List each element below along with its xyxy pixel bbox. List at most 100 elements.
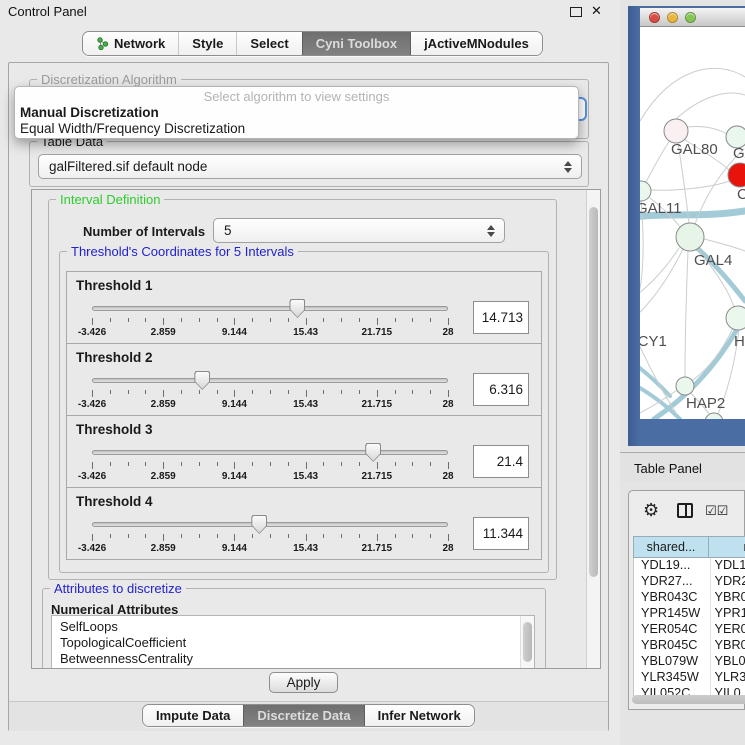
slider-track[interactable]	[92, 306, 448, 311]
horizontal-scrollbar[interactable]	[631, 694, 743, 705]
threshold-slider[interactable]: -3.4262.8599.14415.4321.71528	[92, 514, 448, 554]
tick-label: -3.426	[78, 471, 106, 482]
slider-tick	[395, 390, 396, 394]
network-node-gal4[interactable]	[676, 223, 704, 251]
slider-tick	[217, 462, 218, 466]
network-edge[interactable]	[640, 248, 679, 301]
tick-label: -3.426	[78, 399, 106, 410]
dropdown-item-manual-discretization[interactable]: Manual Discretization	[18, 105, 575, 121]
network-edge[interactable]	[646, 142, 669, 182]
slider-thumb[interactable]	[289, 299, 305, 318]
table-cell: YBL0	[710, 654, 745, 670]
slider-tick	[323, 462, 324, 466]
gear-icon[interactable]: ⚙	[643, 500, 659, 521]
network-node-label: GAL80	[671, 141, 718, 158]
threshold-slider[interactable]: -3.4262.8599.14415.4321.71528	[92, 370, 448, 410]
slider-tick	[323, 390, 324, 394]
table-data-combobox-value: galFiltered.sif default node	[49, 159, 207, 174]
network-edge[interactable]	[687, 126, 727, 134]
tick-label: 28	[442, 399, 453, 410]
tab-infer-network[interactable]: Infer Network	[364, 705, 474, 726]
slider-track[interactable]	[92, 450, 448, 455]
network-edge[interactable]	[640, 68, 745, 121]
slider-tick	[306, 318, 307, 325]
slider-tick	[270, 318, 271, 322]
column-header-shared[interactable]: shared...	[633, 536, 709, 558]
network-view-window[interactable]: GAL80GALCGAL11GAL4GCY1HHAP2	[628, 6, 745, 446]
network-node-hap2[interactable]	[676, 377, 694, 395]
network-edge[interactable]	[693, 328, 733, 380]
network-edge[interactable]	[651, 181, 730, 190]
tab-select[interactable]: Select	[236, 32, 301, 55]
slider-track[interactable]	[92, 522, 448, 527]
table-row[interactable]: YBR045CYBR0	[634, 638, 745, 654]
slider-tick	[288, 534, 289, 538]
slider-track[interactable]	[92, 378, 448, 383]
table-row[interactable]: YBR043CYBR0	[634, 590, 745, 606]
network-node-c[interactable]	[728, 163, 745, 187]
threshold-value-input[interactable]: 11.344	[473, 517, 529, 550]
network-edge[interactable]	[640, 249, 683, 315]
threshold-value-input[interactable]: 6.316	[473, 373, 529, 406]
slider-tick	[377, 462, 378, 469]
slider-thumb[interactable]	[365, 443, 381, 462]
threshold-slider[interactable]: -3.4262.8599.14415.4321.71528	[92, 298, 448, 338]
table-row[interactable]: YER054CYER0	[634, 622, 745, 638]
float-window-icon[interactable]	[570, 7, 582, 17]
close-button[interactable]	[649, 12, 660, 23]
network-canvas[interactable]: GAL80GALCGAL11GAL4GCY1HHAP2	[640, 27, 745, 419]
network-window-titlebar[interactable]	[640, 8, 745, 27]
table-cell: YDR2	[710, 574, 745, 590]
close-icon[interactable]: ✕	[591, 3, 602, 19]
network-node-gal80[interactable]	[664, 119, 688, 143]
scrollbar-thumb[interactable]	[632, 695, 745, 704]
apply-button[interactable]: Apply	[269, 672, 338, 693]
network-edge[interactable]	[676, 93, 745, 119]
tab-network[interactable]: Network	[83, 32, 178, 55]
select-columns-icon[interactable]: ☑☑	[705, 503, 728, 519]
dropdown-item-equal-width-frequency-discretization[interactable]: Equal Width/Frequency Discretization	[18, 121, 575, 137]
scrollbar-thumb[interactable]	[589, 207, 598, 577]
tab-impute-data[interactable]: Impute Data	[143, 705, 243, 726]
slider-thumb[interactable]	[194, 371, 210, 390]
network-node-h[interactable]	[726, 306, 745, 330]
list-item-selfloops[interactable]: SelfLoops	[52, 616, 534, 635]
network-edge[interactable]	[685, 251, 688, 377]
network-node[interactable]	[705, 413, 723, 419]
table-row[interactable]: YPR145WYPR1	[634, 606, 745, 622]
network-node-gal11[interactable]	[640, 181, 651, 201]
tab-discretize-data[interactable]: Discretize Data	[243, 705, 363, 726]
tab-cyni-toolbox[interactable]: Cyni Toolbox	[302, 32, 410, 55]
network-edge[interactable]	[704, 239, 745, 251]
scrollbar-thumb[interactable]	[523, 622, 532, 662]
slider-tick	[270, 390, 271, 394]
threshold-slider[interactable]: -3.4262.8599.14415.4321.71528	[92, 442, 448, 482]
threshold-value-input[interactable]: 14.713	[473, 301, 529, 334]
tab-label: Cyni Toolbox	[316, 36, 397, 51]
tab-style[interactable]: Style	[178, 32, 236, 55]
table-data-combobox[interactable]: galFiltered.sif default node	[38, 154, 582, 179]
column-header-na[interactable]: na	[709, 536, 745, 558]
list-item-topologicalcoefficient[interactable]: TopologicalCoefficient	[52, 635, 534, 651]
tab-jactivemnodules[interactable]: jActiveMNodules	[410, 32, 542, 55]
num-intervals-combobox[interactable]: 5	[213, 218, 505, 243]
columns-icon[interactable]	[677, 503, 693, 518]
vertical-scrollbar[interactable]	[586, 190, 600, 668]
list-scrollbar[interactable]	[520, 616, 534, 669]
table-cell: YPR1	[710, 606, 745, 622]
zoom-button[interactable]	[685, 12, 696, 23]
table-row[interactable]: YLR345WYLR3	[634, 670, 745, 686]
list-item-betweennesscentrality[interactable]: BetweennessCentrality	[52, 651, 534, 667]
attributes-list[interactable]: SelfLoopsTopologicalCoefficientBetweenne…	[51, 615, 535, 669]
table-row[interactable]: YBL079WYBL0	[634, 654, 745, 670]
threshold-value-input[interactable]: 21.4	[473, 445, 529, 478]
minimize-button[interactable]	[667, 12, 678, 23]
table-row[interactable]: YDL19...YDL1	[634, 558, 745, 574]
slider-tick	[128, 318, 129, 322]
slider-tick	[341, 390, 342, 394]
threshold-panel: Threshold 4-3.4262.8599.14415.4321.71528…	[66, 487, 542, 560]
table-row[interactable]: YDR27...YDR2	[634, 574, 745, 590]
slider-thumb[interactable]	[251, 515, 267, 534]
slider-tick	[430, 390, 431, 394]
slider-tick	[288, 318, 289, 322]
